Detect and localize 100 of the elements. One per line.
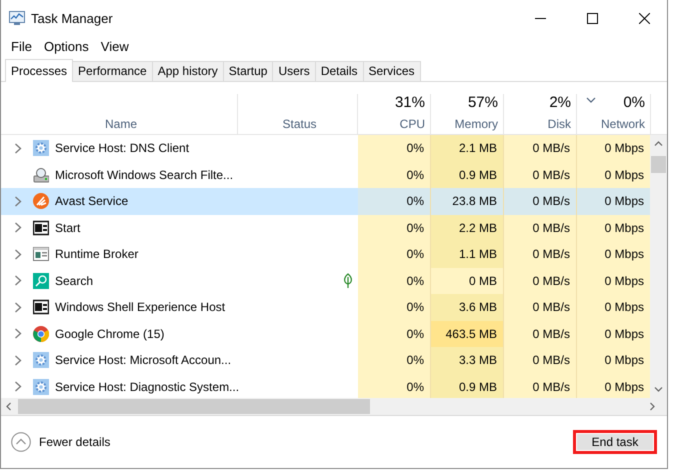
table-cell: 0 MB/s bbox=[504, 268, 577, 294]
table-cell: 0 Mbps bbox=[577, 320, 650, 347]
end-task-button[interactable]: End task bbox=[573, 430, 657, 454]
process-name: Avast Service bbox=[55, 194, 128, 208]
column-header[interactable]: Memory bbox=[454, 117, 498, 133]
scroll-right-icon[interactable] bbox=[650, 402, 654, 411]
scroll-up-icon[interactable] bbox=[654, 141, 663, 146]
process-name: Windows Shell Experience Host bbox=[55, 300, 226, 314]
menu-item[interactable]: View bbox=[94, 38, 135, 54]
table-cell: 0 MB/s bbox=[504, 294, 577, 320]
process-name: Microsoft Windows Search Filte... bbox=[55, 168, 234, 182]
table-cell: 0 Mbps bbox=[577, 374, 650, 398]
table-cell: 3.6 MB bbox=[431, 294, 504, 320]
table-cell: 0 MB/s bbox=[504, 241, 577, 268]
table-row[interactable]: Microsoft Windows Search Filte... 0% 0.9 MB 0 MB/s 0 Mbps bbox=[1, 162, 650, 188]
tab[interactable]: Processes bbox=[5, 59, 74, 82]
process-name: Service Host: Diagnostic System... bbox=[55, 380, 240, 394]
table-cell: 0% bbox=[358, 294, 431, 320]
process-name: Service Host: Microsoft Accoun... bbox=[55, 353, 232, 368]
column-total: 57% bbox=[468, 94, 498, 111]
table-cell: 3.3 MB bbox=[431, 347, 504, 374]
scroll-left-icon[interactable] bbox=[6, 402, 10, 411]
window-icon bbox=[33, 220, 49, 236]
scroll-down-icon[interactable] bbox=[654, 387, 663, 392]
table-cell: 0 Mbps bbox=[577, 188, 650, 214]
table-row[interactable]: Service Host: DNS Client 0% 2.1 MB 0 MB/s 0 Mbps bbox=[1, 135, 650, 162]
table-row[interactable]: Service Host: Microsoft Accoun... 0% 3.3 MB 0 MB/s 0 Mbps bbox=[1, 347, 650, 374]
menu-item[interactable]: Options bbox=[38, 38, 95, 54]
table-cell: 0.9 MB bbox=[431, 374, 504, 398]
table-cell: 0.9 MB bbox=[431, 162, 504, 188]
gear-icon bbox=[33, 378, 49, 395]
table-row[interactable]: Avast Service 0% 23.8 MB 0 MB/s 0 Mbps bbox=[1, 188, 650, 214]
column-header[interactable]: Name bbox=[10, 117, 232, 133]
search-icon bbox=[33, 272, 49, 289]
table-cell: 2.1 MB bbox=[431, 135, 504, 162]
table-cell: 0 MB/s bbox=[504, 135, 577, 162]
table-cell: 0% bbox=[358, 320, 431, 347]
tab[interactable]: Users bbox=[272, 61, 316, 81]
app-icon bbox=[9, 11, 25, 25]
table-row[interactable]: Start 0% 2.2 MB 0 MB/s 0 Mbps bbox=[1, 214, 650, 241]
gear-icon bbox=[33, 352, 49, 368]
tab[interactable]: Performance bbox=[72, 61, 153, 81]
table-row[interactable]: Windows Shell Experience Host 0% 3.6 MB 0 MB/s 0 Mbps bbox=[1, 294, 650, 320]
tab[interactable]: Services bbox=[362, 61, 421, 81]
column-header[interactable]: Disk bbox=[548, 117, 571, 133]
horizontal-scrollbar[interactable] bbox=[1, 398, 667, 416]
process-name: Runtime Broker bbox=[55, 247, 138, 262]
table-cell: 0 MB/s bbox=[504, 162, 577, 188]
table-cell: 0% bbox=[358, 241, 431, 268]
gear-icon bbox=[33, 140, 49, 156]
table-cell: 0 MB/s bbox=[504, 320, 577, 347]
table-cell: 0 MB/s bbox=[504, 188, 577, 214]
table-cell: 0% bbox=[358, 162, 431, 188]
table-cell: 0% bbox=[358, 188, 431, 214]
table-cell: 23.8 MB bbox=[431, 188, 504, 214]
tab[interactable]: App history bbox=[152, 61, 224, 81]
process-name: Google Chrome (15) bbox=[55, 326, 164, 341]
table-cell: 0% bbox=[358, 135, 431, 162]
scroll-thumb[interactable] bbox=[18, 399, 370, 414]
window-title: Task Manager bbox=[31, 10, 114, 26]
process-name: Start bbox=[55, 220, 80, 235]
column-total: 0% bbox=[623, 94, 645, 111]
process-name: Search bbox=[55, 274, 94, 288]
table-cell: 0 MB bbox=[431, 268, 504, 294]
table-cell: 0 Mbps bbox=[577, 214, 650, 241]
table-cell: 0 Mbps bbox=[577, 135, 650, 162]
table-cell: 463.5 MB bbox=[431, 320, 504, 347]
tab[interactable]: Details bbox=[314, 61, 364, 81]
column-total: 31% bbox=[394, 94, 425, 111]
menu-item[interactable]: File bbox=[5, 38, 38, 54]
table-cell: 0 Mbps bbox=[577, 347, 650, 374]
app-logo-icon bbox=[33, 193, 49, 210]
vertical-scrollbar[interactable] bbox=[650, 135, 667, 398]
fewer-details-button[interactable]: Fewer details bbox=[11, 432, 110, 452]
table-row[interactable]: Google Chrome (15) 0% 463.5 MB 0 MB/s 0 Mbps bbox=[1, 320, 650, 347]
table-cell: 0% bbox=[358, 268, 431, 294]
window-icon bbox=[33, 299, 49, 316]
column-header[interactable]: Status bbox=[247, 117, 352, 133]
table-cell: 0 Mbps bbox=[577, 241, 650, 268]
table-cell: 0% bbox=[358, 214, 431, 241]
scroll-thumb[interactable] bbox=[651, 156, 666, 173]
close-icon bbox=[638, 12, 650, 24]
table-row[interactable]: Service Host: Diagnostic System... 0% 0.9 MB 0 MB/s 0 Mbps bbox=[1, 374, 650, 398]
app-window-icon bbox=[33, 246, 49, 262]
table-cell: 0% bbox=[358, 374, 431, 398]
table-cell: 0 Mbps bbox=[577, 268, 650, 294]
table-cell: 0% bbox=[358, 347, 431, 374]
table-cell: 0 Mbps bbox=[577, 162, 650, 188]
column-header[interactable]: CPU bbox=[400, 117, 425, 133]
collapse-icon bbox=[11, 432, 31, 452]
table-cell: 0 MB/s bbox=[504, 374, 577, 398]
table-cell: 2.2 MB bbox=[431, 214, 504, 241]
table-row[interactable]: Runtime Broker 0% 1.1 MB 0 MB/s 0 Mbps bbox=[1, 241, 650, 268]
maximize-icon bbox=[586, 12, 598, 24]
table-cell: 0 MB/s bbox=[504, 347, 577, 374]
drive-icon bbox=[33, 166, 49, 183]
column-header[interactable]: Network bbox=[600, 117, 645, 133]
tab[interactable]: Startup bbox=[222, 61, 274, 81]
chrome-icon bbox=[33, 326, 49, 342]
table-row[interactable]: Search 0% 0 MB 0 MB/s 0 Mbps bbox=[1, 268, 650, 294]
